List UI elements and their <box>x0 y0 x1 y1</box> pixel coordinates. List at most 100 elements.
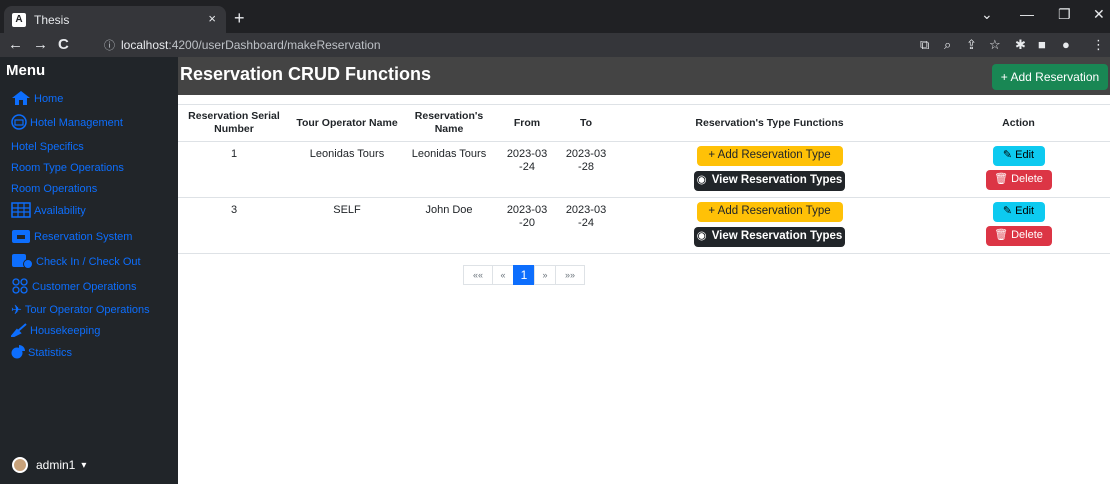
to-date: 2023-03-24 <box>565 204 607 230</box>
share-icon[interactable]: ⇪ <box>966 37 977 53</box>
maximize-icon[interactable]: ❐ <box>1058 6 1071 23</box>
pencil-icon: ✎ <box>1002 205 1013 218</box>
extensions-icon[interactable]: ✱ <box>1015 37 1026 53</box>
sidebar-title: Menu <box>6 62 46 79</box>
browser-tab[interactable]: A Thesis × <box>4 6 226 33</box>
minimize-icon[interactable]: — <box>1020 6 1034 22</box>
hotel-icon <box>11 113 27 133</box>
column-header: Reservation's Type Functions <box>612 104 927 142</box>
type-functions-cell: + Add Reservation Type ◉ View Reservation… <box>612 198 927 254</box>
sidebar-item-check-in-out[interactable]: Check In / Check Out <box>11 252 141 272</box>
sidebar-item-hotel-management[interactable]: Hotel Management <box>11 113 123 133</box>
trash-icon: 🗑 <box>994 173 1009 186</box>
translate-icon[interactable]: ⧉ <box>920 37 929 53</box>
new-tab-icon[interactable]: + <box>234 8 245 29</box>
sidepanel-icon[interactable]: ■ <box>1038 37 1046 52</box>
sidebar-item-customer-operations[interactable]: Customer Operations <box>11 277 137 297</box>
next-page-button[interactable]: » <box>534 265 556 285</box>
sidebar-item-label: Home <box>34 93 64 105</box>
operator-cell: SELF <box>333 204 361 216</box>
reload-icon[interactable]: C <box>58 36 69 53</box>
to-date: 2023-03-28 <box>565 148 607 174</box>
favicon-icon: A <box>12 12 26 27</box>
first-page-button[interactable]: «« <box>463 265 493 285</box>
sidebar-item-availability[interactable]: Availability <box>11 201 86 221</box>
view-types-label: View Reservation Types <box>711 174 843 187</box>
add-reservation-type-button[interactable]: + Add Reservation Type <box>696 202 843 222</box>
sidebar-item-label: Hotel Management <box>30 117 123 129</box>
prev-page-button[interactable]: « <box>492 265 514 285</box>
add-reservation-type-button[interactable]: + Add Reservation Type <box>696 146 843 166</box>
to-cell: 2023-03-24 <box>560 198 612 254</box>
type-functions-cell: + Add Reservation Type ◉ View Reservation… <box>612 142 927 198</box>
pie-chart-icon <box>11 344 25 362</box>
checkin-icon <box>11 253 33 272</box>
column-header: Reservation's Name <box>404 104 494 142</box>
from-date: 2023-03-20 <box>506 204 548 230</box>
star-icon[interactable]: ☆ <box>989 37 1001 53</box>
name-cell: Leonidas Tours <box>411 148 487 160</box>
edit-button[interactable]: ✎ Edit <box>992 202 1045 222</box>
view-reservation-types-button[interactable]: ◉ View Reservation Types <box>694 227 845 247</box>
sidebar-item-tour-operator-operations[interactable]: ✈ Tour Operator Operations <box>11 300 150 320</box>
browser-tab-strip: A Thesis × + ⌄ — ❐ ✕ <box>0 0 1110 33</box>
pencil-icon: ✎ <box>1002 149 1013 162</box>
column-header: Reservation Serial Number <box>178 104 290 142</box>
profile-icon[interactable]: ● <box>1062 37 1070 52</box>
view-reservation-types-button[interactable]: ◉ View Reservation Types <box>694 171 845 191</box>
sidebar-item-home[interactable]: Home <box>11 89 63 109</box>
page-1-button[interactable]: 1 <box>513 265 535 285</box>
sidebar-item-statistics[interactable]: Statistics <box>11 343 72 363</box>
sidebar-item-hotel-specifics[interactable]: Hotel Specifics <box>11 137 84 157</box>
add-reservation-button[interactable]: + Add Reservation <box>992 64 1108 90</box>
sidebar-item-label: Tour Operator Operations <box>24 304 150 316</box>
kebab-menu-icon[interactable]: ⋮ <box>1092 37 1105 53</box>
serial-cell: 3 <box>230 204 238 216</box>
tab-title: Thesis <box>34 12 70 27</box>
user-menu[interactable]: admin1 ▾ <box>12 457 86 473</box>
sidebar-item-label: Check In / Check Out <box>36 256 141 268</box>
table-header-row: Reservation Serial Number Tour Operator … <box>178 104 1110 142</box>
column-header: Tour Operator Name <box>290 104 404 142</box>
sidebar-item-reservation-system[interactable]: Reservation System <box>11 227 132 247</box>
from-cell: 2023-03-20 <box>494 198 560 254</box>
view-types-label: View Reservation Types <box>711 230 843 243</box>
zoom-icon[interactable]: ⌕ <box>944 37 951 53</box>
sidebar: Menu Home Hotel Management Hotel Specifi… <box>0 57 178 484</box>
edit-label: Edit <box>1015 205 1035 218</box>
avatar <box>12 457 28 473</box>
edit-label: Edit <box>1015 149 1035 162</box>
address-bar-row: ← → C ⓘ localhost:4200/userDashboard/mak… <box>0 33 1110 57</box>
tab-search-icon[interactable]: ⌄ <box>981 6 993 23</box>
action-cell: ✎ Edit 🗑 Delete <box>927 198 1110 254</box>
close-window-icon[interactable]: ✕ <box>1093 6 1105 23</box>
sidebar-item-label: Availability <box>34 205 86 217</box>
sidebar-item-label: Housekeeping <box>30 325 101 337</box>
operator-cell: Leonidas Tours <box>309 148 385 160</box>
column-header: To <box>560 104 612 142</box>
sidebar-item-room-type-operations[interactable]: Room Type Operations <box>11 158 124 178</box>
page-header: Reservation CRUD Functions + Add Reserva… <box>178 57 1110 95</box>
forward-icon[interactable]: → <box>33 36 48 53</box>
calendar-grid-icon <box>11 201 31 221</box>
sidebar-item-housekeeping[interactable]: Housekeeping <box>9 321 101 341</box>
delete-button[interactable]: 🗑 Delete <box>985 170 1052 190</box>
table-row: 1 Leonidas Tours Leonidas Tours 2023-03-… <box>178 142 1110 198</box>
username: admin1 <box>36 458 76 472</box>
from-cell: 2023-03-24 <box>494 142 560 198</box>
column-header: From <box>494 104 560 142</box>
sidebar-item-label: Room Operations <box>11 183 98 195</box>
home-icon <box>11 90 31 109</box>
close-tab-icon[interactable]: × <box>208 11 216 26</box>
delete-button[interactable]: 🗑 Delete <box>985 226 1052 246</box>
eye-icon: ◉ <box>696 230 707 243</box>
info-icon[interactable]: ⓘ <box>104 37 115 53</box>
last-page-button[interactable]: »» <box>555 265 585 285</box>
delete-label: Delete <box>1011 173 1043 186</box>
back-icon[interactable]: ← <box>8 36 23 53</box>
edit-button[interactable]: ✎ Edit <box>992 146 1045 166</box>
from-date: 2023-03-24 <box>506 148 548 174</box>
sidebar-item-room-operations[interactable]: Room Operations <box>11 179 97 199</box>
url-input[interactable]: ⓘ localhost:4200/userDashboard/makeReser… <box>104 35 884 55</box>
reservations-table: Reservation Serial Number Tour Operator … <box>178 104 1110 254</box>
